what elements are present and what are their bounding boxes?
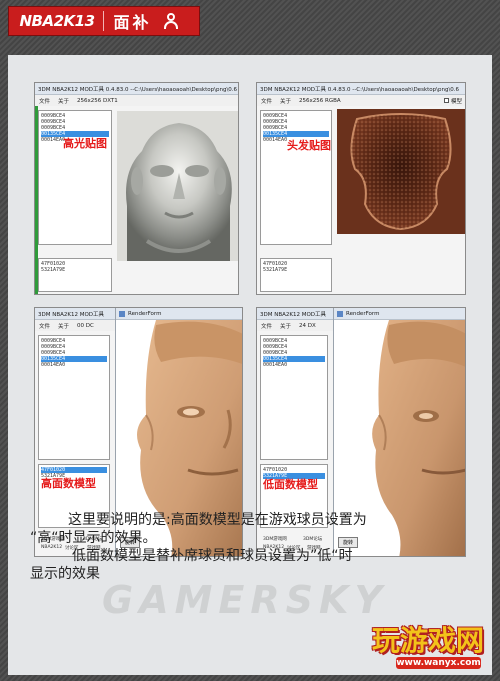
text-line: 低面数模型是替补席球员和球员设置为”低“时 [72,548,353,564]
hair-texture-image [337,109,465,234]
texture-info: 256x256 RGBA [299,97,341,104]
id-list[interactable]: 47F01020 5321A79E [260,258,332,292]
site-header: NBA2K13 面补 [8,6,200,36]
texture-info: 00 DC [77,322,94,329]
annotation-label: 高面数模型 [41,477,96,490]
model-checkbox[interactable]: 模型 [443,97,462,105]
file-list[interactable]: 0009BCE4 0009BCE4 0009BCE4 00135CE4 0001… [38,335,110,460]
specular-texture-preview [117,111,238,261]
annotation-label: 高光贴图 [63,137,107,150]
tool-window-hair: 3DM NBA2K12 MOD工具 0.4.83.0 --C:\Users\ha… [256,82,466,295]
render-form-titlebar: RenderForm [334,308,465,320]
id-list[interactable]: 47F01020 5321A79E [38,258,112,292]
face-texture-image [117,111,238,261]
file-list[interactable]: 0009BCE4 0009BCE4 0009BCE4 00135CE4 0001… [38,110,112,245]
text-line: “高“时显示的效果。 [30,530,157,546]
render-form-titlebar: RenderForm [116,308,242,320]
gamersky-watermark: GAMERSKY [102,578,388,622]
text-line: 这里要说明的是:高面数模型是在游戏球员设置为 [68,512,367,528]
article-text: 这里要说明的是:高面数模型是在游戏球员设置为 “高“时显示的效果。 低面数模型是… [30,511,470,583]
menu-bar: 文件 关于 24 DX [257,320,337,331]
annotation-label: 低面数模型 [263,478,318,491]
window-icon [119,310,125,317]
annotation-label: 头发贴图 [287,139,331,152]
file-list[interactable]: 0009BCE4 0009BCE4 0009BCE4 00135CE4 0001… [260,335,328,460]
window-titlebar: 3DM NBA2K12 MOD工具 [257,308,337,320]
file-list[interactable]: 0009BCE4 0009BCE4 0009BCE4 00135CE4 0001… [260,110,332,245]
menu-file[interactable]: 文件 [261,322,272,330]
menu-about[interactable]: 关于 [58,97,69,105]
menu-bar: 文件 关于 256x256 DXT1 [35,95,238,106]
menu-file[interactable]: 文件 [39,322,50,330]
list-item[interactable]: 00014EA0 [263,362,325,368]
wanyx-logo: 玩游戏网 www.wanyx.com [368,617,488,675]
wanyx-url: www.wanyx.com [396,657,481,669]
nba2k13-logo[interactable]: NBA2K13 [9,7,103,35]
list-item[interactable]: 5321A79E [41,267,109,273]
window-titlebar: 3DM NBA2K12 MOD工具 0.4.83.0 --C:\Users\ha… [257,83,465,95]
menu-file[interactable]: 文件 [39,97,50,105]
texture-info: 24 DX [299,322,316,329]
menu-about[interactable]: 关于 [280,322,291,330]
window-icon [337,310,343,317]
menu-about[interactable]: 关于 [280,97,291,105]
texture-info: 256x256 DXT1 [77,97,118,104]
person-icon[interactable] [162,13,180,29]
section-title[interactable]: 面补 [104,9,162,33]
checkbox-box[interactable] [443,98,449,103]
window-titlebar: 3DM NBA2K12 MOD工具 0.4.83.0 --C:\Users\ha… [35,83,238,95]
hair-texture-preview [337,109,465,234]
menu-bar: 文件 关于 256x256 RGBA 模型 [257,95,465,106]
list-item[interactable]: 5321A79E [263,267,329,273]
menu-about[interactable]: 关于 [58,322,69,330]
menu-file[interactable]: 文件 [261,97,272,105]
list-item[interactable]: 00014EA0 [41,362,107,368]
wanyx-logo-text: 玩游戏网 [371,624,484,657]
tool-window-specular: 3DM NBA2K12 MOD工具 0.4.83.0 --C:\Users\ha… [34,82,239,295]
logo-text: NBA2K13 [19,12,96,30]
